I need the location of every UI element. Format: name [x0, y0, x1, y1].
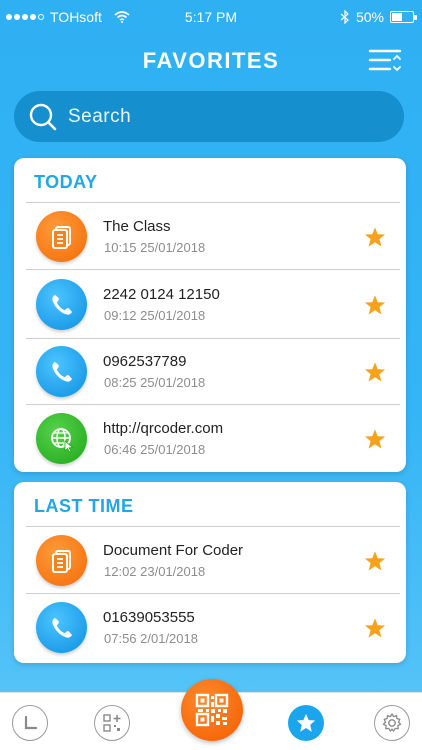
document-icon — [36, 535, 87, 586]
item-title: Document For Coder — [103, 542, 244, 559]
battery-level — [392, 13, 402, 21]
favorite-star-icon[interactable] — [364, 294, 386, 316]
settings-gear-icon[interactable] — [374, 705, 410, 741]
item-title: The Class — [103, 218, 171, 235]
bluetooth-icon — [340, 10, 349, 24]
document-icon — [36, 211, 87, 262]
section-title-last-time: LAST TIME — [34, 496, 134, 516]
item-time: 09:12 25/01/2018 — [104, 308, 206, 323]
last-time-section: LAST TIME Document For Coder 12:02 23/01… — [14, 482, 406, 663]
create-qr-icon[interactable] — [94, 705, 130, 741]
list-item[interactable]: 0962537789 08:25 25/01/2018 — [14, 339, 406, 405]
divider — [26, 404, 400, 405]
search-input[interactable]: Search — [68, 106, 131, 128]
divider — [26, 526, 400, 527]
list-item[interactable]: The Class 10:15 25/01/2018 — [14, 204, 406, 270]
page-title: FAVORITES — [142, 48, 280, 73]
item-time: 10:15 25/01/2018 — [104, 240, 206, 255]
item-title: 01639053555 — [103, 609, 195, 626]
divider — [26, 269, 400, 270]
phone-icon — [36, 602, 87, 653]
item-title: 0962537789 — [103, 353, 187, 370]
item-time: 12:02 23/01/2018 — [104, 564, 206, 579]
favorite-star-icon[interactable] — [364, 550, 386, 572]
phone-icon — [36, 346, 87, 397]
today-section: TODAY The Class 10:15 25/01/2018 2242 01… — [14, 158, 406, 472]
favorites-star-icon[interactable] — [288, 705, 324, 741]
search-bar[interactable]: Search — [14, 91, 404, 142]
list-item[interactable]: 01639053555 07:56 2/01/2018 — [14, 595, 406, 661]
item-time: 06:46 25/01/2018 — [104, 442, 206, 457]
item-title: 2242 0124 12150 — [103, 286, 220, 303]
section-title-today: TODAY — [34, 172, 98, 192]
globe-icon — [36, 413, 87, 464]
divider — [26, 593, 400, 594]
favorite-star-icon[interactable] — [364, 428, 386, 450]
status-bar: TOHsoft 5:17 PM 50% — [0, 0, 422, 34]
list-item[interactable]: Document For Coder 12:02 23/01/2018 — [14, 528, 406, 594]
list-item[interactable]: http://qrcoder.com 06:46 25/01/2018 — [14, 406, 406, 472]
favorite-star-icon[interactable] — [364, 617, 386, 639]
search-icon — [29, 103, 57, 130]
battery-icon — [390, 11, 417, 23]
sort-menu-icon[interactable] — [368, 47, 402, 75]
item-time: 07:56 2/01/2018 — [104, 631, 198, 646]
favorite-star-icon[interactable] — [364, 361, 386, 383]
phone-icon — [36, 279, 87, 330]
status-right: 50% — [340, 9, 417, 25]
list-item[interactable]: 2242 0124 12150 09:12 25/01/2018 — [14, 272, 406, 338]
item-time: 08:25 25/01/2018 — [104, 375, 206, 390]
history-icon[interactable] — [12, 705, 48, 741]
battery-percent: 50% — [355, 9, 384, 25]
divider — [26, 202, 400, 203]
scan-qr-icon[interactable] — [181, 679, 243, 741]
item-title: http://qrcoder.com — [103, 420, 224, 437]
favorite-star-icon[interactable] — [364, 226, 386, 248]
